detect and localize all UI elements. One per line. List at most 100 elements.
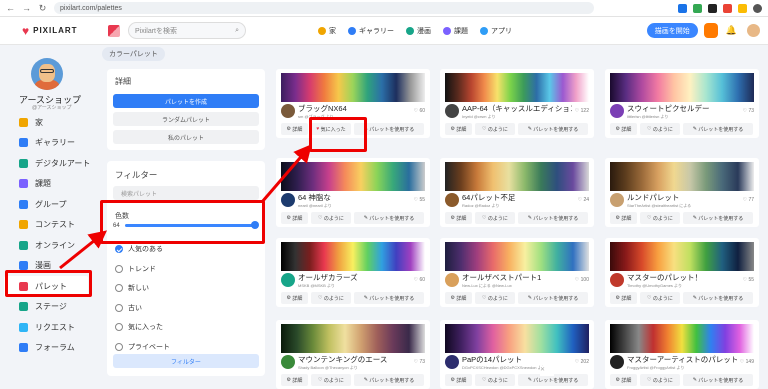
radio-icon[interactable] (115, 303, 123, 312)
sidebar-item[interactable]: 家 (0, 112, 96, 133)
sidebar-item[interactable]: 課題 (0, 174, 96, 195)
radio-icon[interactable] (115, 323, 123, 331)
extension-icon[interactable] (738, 3, 747, 13)
bell-icon[interactable]: 🔔 (726, 25, 737, 36)
palette-title[interactable]: オールザベストパート1 (462, 272, 572, 283)
use-palette-button[interactable]: ✎ パレットを使用する (518, 292, 588, 304)
extension-icon[interactable] (708, 3, 717, 13)
detail-button[interactable]: ⚙ 詳細 (610, 292, 637, 304)
use-palette-button[interactable]: ✎ パレットを使用する (683, 123, 753, 135)
reload-icon[interactable]: ↻ (38, 3, 47, 14)
like-button[interactable]: ♡ のように (475, 292, 515, 304)
like-button[interactable]: ♡ のように (640, 212, 680, 224)
forward-icon[interactable]: → (22, 3, 31, 13)
palette-author[interactable]: Shady Balloon @Thecanyon より (298, 365, 411, 371)
profile-avatar[interactable] (31, 58, 63, 90)
palette-card[interactable]: 64 神脂な nearil @nearil より ♡ 55 ⚙ 詳細 ♡ のように ✎ パ… (276, 158, 430, 227)
palette-swatch-strip[interactable] (610, 73, 754, 102)
filter-button[interactable]: フィルター (113, 354, 259, 368)
palette-card[interactable]: マウンテンキングのエース Shady Balloon @Thecanyon より ♡… (276, 320, 430, 389)
nav-item[interactable]: ギャラリー (348, 26, 394, 36)
sort-option[interactable]: プライベート (115, 342, 170, 352)
sidebar-item[interactable]: オンライン (0, 235, 96, 256)
sidebar-item[interactable]: デジタルアート (0, 153, 96, 174)
palette-swatch-strip[interactable] (445, 242, 589, 271)
palette-card[interactable]: 64パレット不足 Radoz @Radoz より ♡ 24 ⚙ 詳細 ♡ のように ✎ パ… (440, 158, 594, 227)
palette-title[interactable]: マウンテンキングのエース (298, 354, 411, 365)
extension-icon[interactable] (678, 3, 687, 13)
like-button[interactable]: ♡ のように (475, 123, 515, 135)
author-avatar[interactable] (610, 104, 624, 118)
author-avatar[interactable] (610, 355, 624, 369)
author-avatar[interactable] (610, 273, 624, 287)
author-avatar[interactable] (445, 273, 459, 287)
search-icon[interactable]: ⌕ (235, 27, 239, 35)
palette-title[interactable]: 64パレット不足 (462, 192, 575, 203)
like-button[interactable]: ♡ のように (640, 292, 680, 304)
author-avatar[interactable] (445, 355, 459, 369)
like-button[interactable]: ♡ のように (640, 123, 680, 135)
author-avatar[interactable] (610, 193, 624, 207)
upload-button[interactable] (703, 23, 718, 38)
palette-title[interactable]: オールザカラーズ (298, 272, 411, 283)
detail-button[interactable]: ⚙ 詳細 (281, 212, 308, 224)
use-palette-button[interactable]: ✎ パレットを使用する (683, 292, 753, 304)
like-button[interactable]: ♡ のように (475, 212, 515, 224)
palette-title[interactable]: マスターのパレット！ (627, 272, 740, 283)
extension-icon[interactable] (723, 3, 732, 13)
radio-icon[interactable] (115, 342, 123, 351)
use-palette-button[interactable]: ✎ パレットを使用する (683, 212, 753, 224)
sidebar-item[interactable]: コンテスト (0, 215, 96, 236)
palette-title[interactable]: ブラッグNX64 (298, 103, 411, 114)
ad-close-icon[interactable]: ✕ (540, 366, 554, 376)
palette-author[interactable]: littlerisn @littlerisn より (627, 114, 740, 120)
sidebar-item[interactable]: フォーラム (0, 338, 96, 359)
nav-item[interactable]: アプリ (480, 26, 512, 36)
nav-item[interactable]: 家 (318, 26, 336, 36)
nav-item[interactable]: 課題 (443, 26, 468, 36)
draw-brush-icon[interactable] (108, 24, 120, 37)
back-icon[interactable]: ← (6, 3, 15, 13)
sidebar-item[interactable]: リクエスト (0, 317, 96, 338)
use-palette-button[interactable]: ✎ パレットを使用する (518, 212, 588, 224)
author-avatar[interactable] (445, 104, 459, 118)
palette-title[interactable]: AAP-64（キャッスルエディション） (462, 103, 572, 114)
use-palette-button[interactable]: ✎ パレットを使用する (354, 292, 424, 304)
radio-icon[interactable] (115, 284, 123, 292)
author-avatar[interactable] (281, 104, 295, 118)
palette-author[interactable]: Radoz @Radoz より (462, 203, 575, 209)
palette-author[interactable]: DGxPCXSCHewdon @DGxPCXSnewdon より (462, 365, 572, 371)
palette-swatch-strip[interactable] (610, 324, 754, 353)
profile-icon[interactable] (753, 3, 762, 13)
search-input[interactable]: Pixilartを検索 ⌕ (128, 22, 246, 39)
palette-title[interactable]: スウィートピクセルデー (627, 103, 740, 114)
sort-option[interactable]: 人気のある (115, 244, 163, 254)
palette-card[interactable]: マスターアーティストのパレット FroggyArtist @FroggyArtis… (605, 320, 759, 389)
palette-card[interactable]: ルンドパレット StarTheArtist @stealtheartist による… (605, 158, 759, 227)
author-avatar[interactable] (445, 193, 459, 207)
sort-option[interactable]: 新しい (115, 283, 149, 293)
palette-swatch-strip[interactable] (445, 162, 589, 191)
palette-swatch-strip[interactable] (610, 162, 754, 191)
palette-card[interactable]: マスターのパレット！ Timothy @UmothyGames より ♡ 55 ⚙ 詳… (605, 238, 759, 307)
palette-author[interactable]: StarTheArtist @stealtheartist による (627, 203, 740, 209)
detail-button[interactable]: ⚙ 詳細 (610, 123, 637, 135)
palette-swatch-strip[interactable] (610, 242, 754, 271)
palette-swatch-strip[interactable] (281, 162, 425, 191)
random-palette-button[interactable]: ランダムパレット (113, 112, 259, 126)
detail-button[interactable]: ⚙ 詳細 (281, 123, 308, 135)
palette-swatch-strip[interactable] (445, 73, 589, 102)
palette-card[interactable]: スウィートピクセルデー littlerisn @littlerisn より ♡ 73… (605, 69, 759, 138)
detail-button[interactable]: ⚙ 詳細 (445, 123, 472, 135)
detail-button[interactable]: ⚙ 詳細 (445, 292, 472, 304)
sort-option[interactable]: 気に入った (115, 322, 163, 332)
use-palette-button[interactable]: ✎ パレットを使用する (518, 123, 588, 135)
palette-card[interactable]: PaPの14パレット DGxPCXSCHewdon @DGxPCXSnewdon … (440, 320, 594, 389)
sidebar-item[interactable]: グループ (0, 194, 96, 215)
my-palettes-button[interactable]: 私のパレット (113, 130, 259, 144)
palette-title[interactable]: 64 神脂な (298, 192, 411, 203)
palette-swatch-strip[interactable] (445, 324, 589, 353)
author-avatar[interactable] (281, 273, 295, 287)
palette-author[interactable]: New-Lux による @New-Lux (462, 283, 572, 289)
author-avatar[interactable] (281, 193, 295, 207)
